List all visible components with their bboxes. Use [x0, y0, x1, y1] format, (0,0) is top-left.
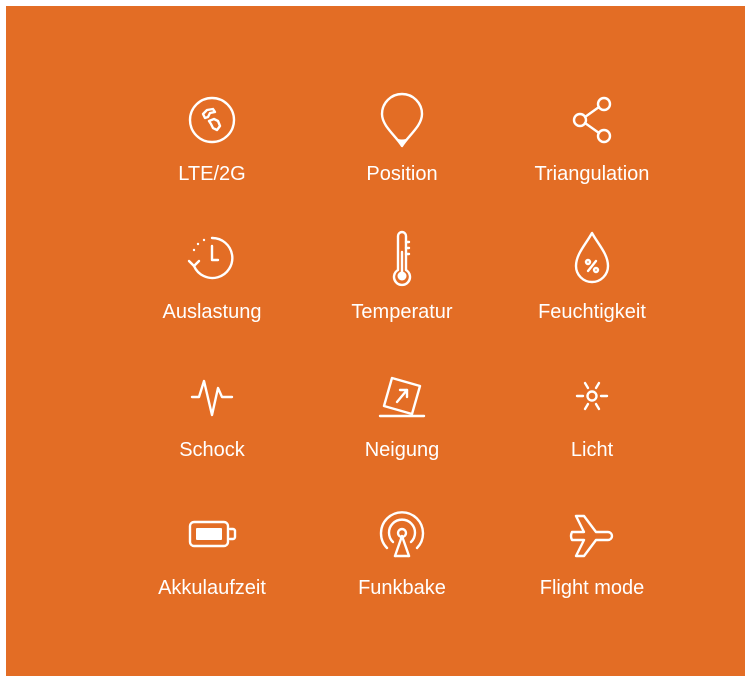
clock-history-icon [182, 228, 242, 288]
feature-position: Position [307, 86, 497, 224]
feature-grid: LTE/2G Position Triangulation Auslastung… [117, 86, 687, 638]
feature-label: Feuchtigkeit [538, 301, 646, 323]
feature-label: Auslastung [162, 301, 262, 323]
feature-label: Temperatur [351, 301, 453, 323]
feature-neigung: Neigung [307, 362, 497, 500]
feature-licht: Licht [497, 362, 687, 500]
thermometer-icon [372, 228, 432, 288]
feature-label: Triangulation [534, 163, 650, 185]
pulse-icon [182, 366, 242, 426]
feature-label: LTE/2G [178, 163, 246, 185]
drop-percent-icon [562, 228, 622, 288]
tilt-arrow-icon [372, 366, 432, 426]
feature-label: Funkbake [358, 577, 446, 599]
light-sun-icon [562, 366, 622, 426]
feature-label: Position [366, 163, 438, 185]
feature-label: Flight mode [539, 577, 645, 599]
feature-label: Akkulaufzeit [158, 577, 266, 599]
feature-feuchtigkeit: Feuchtigkeit [497, 224, 687, 362]
feature-flight-mode: Flight mode [497, 500, 687, 638]
feature-label: Licht [570, 439, 614, 461]
beacon-signal-icon [372, 504, 432, 564]
feature-label: Schock [179, 439, 245, 461]
feature-label: Neigung [364, 439, 440, 461]
battery-icon [182, 504, 242, 564]
feature-schock: Schock [117, 362, 307, 500]
location-pin-icon [372, 90, 432, 150]
feature-funkbake: Funkbake [307, 500, 497, 638]
feature-auslastung: Auslastung [117, 224, 307, 362]
share-nodes-icon [562, 90, 622, 150]
feature-triangulation: Triangulation [497, 86, 687, 224]
feature-akkulaufzeit: Akkulaufzeit [117, 500, 307, 638]
feature-panel: LTE/2G Position Triangulation Auslastung… [6, 6, 745, 676]
airplane-icon [562, 504, 622, 564]
feature-temperatur: Temperatur [307, 224, 497, 362]
globe-icon [182, 90, 242, 150]
feature-lte-2g: LTE/2G [117, 86, 307, 224]
